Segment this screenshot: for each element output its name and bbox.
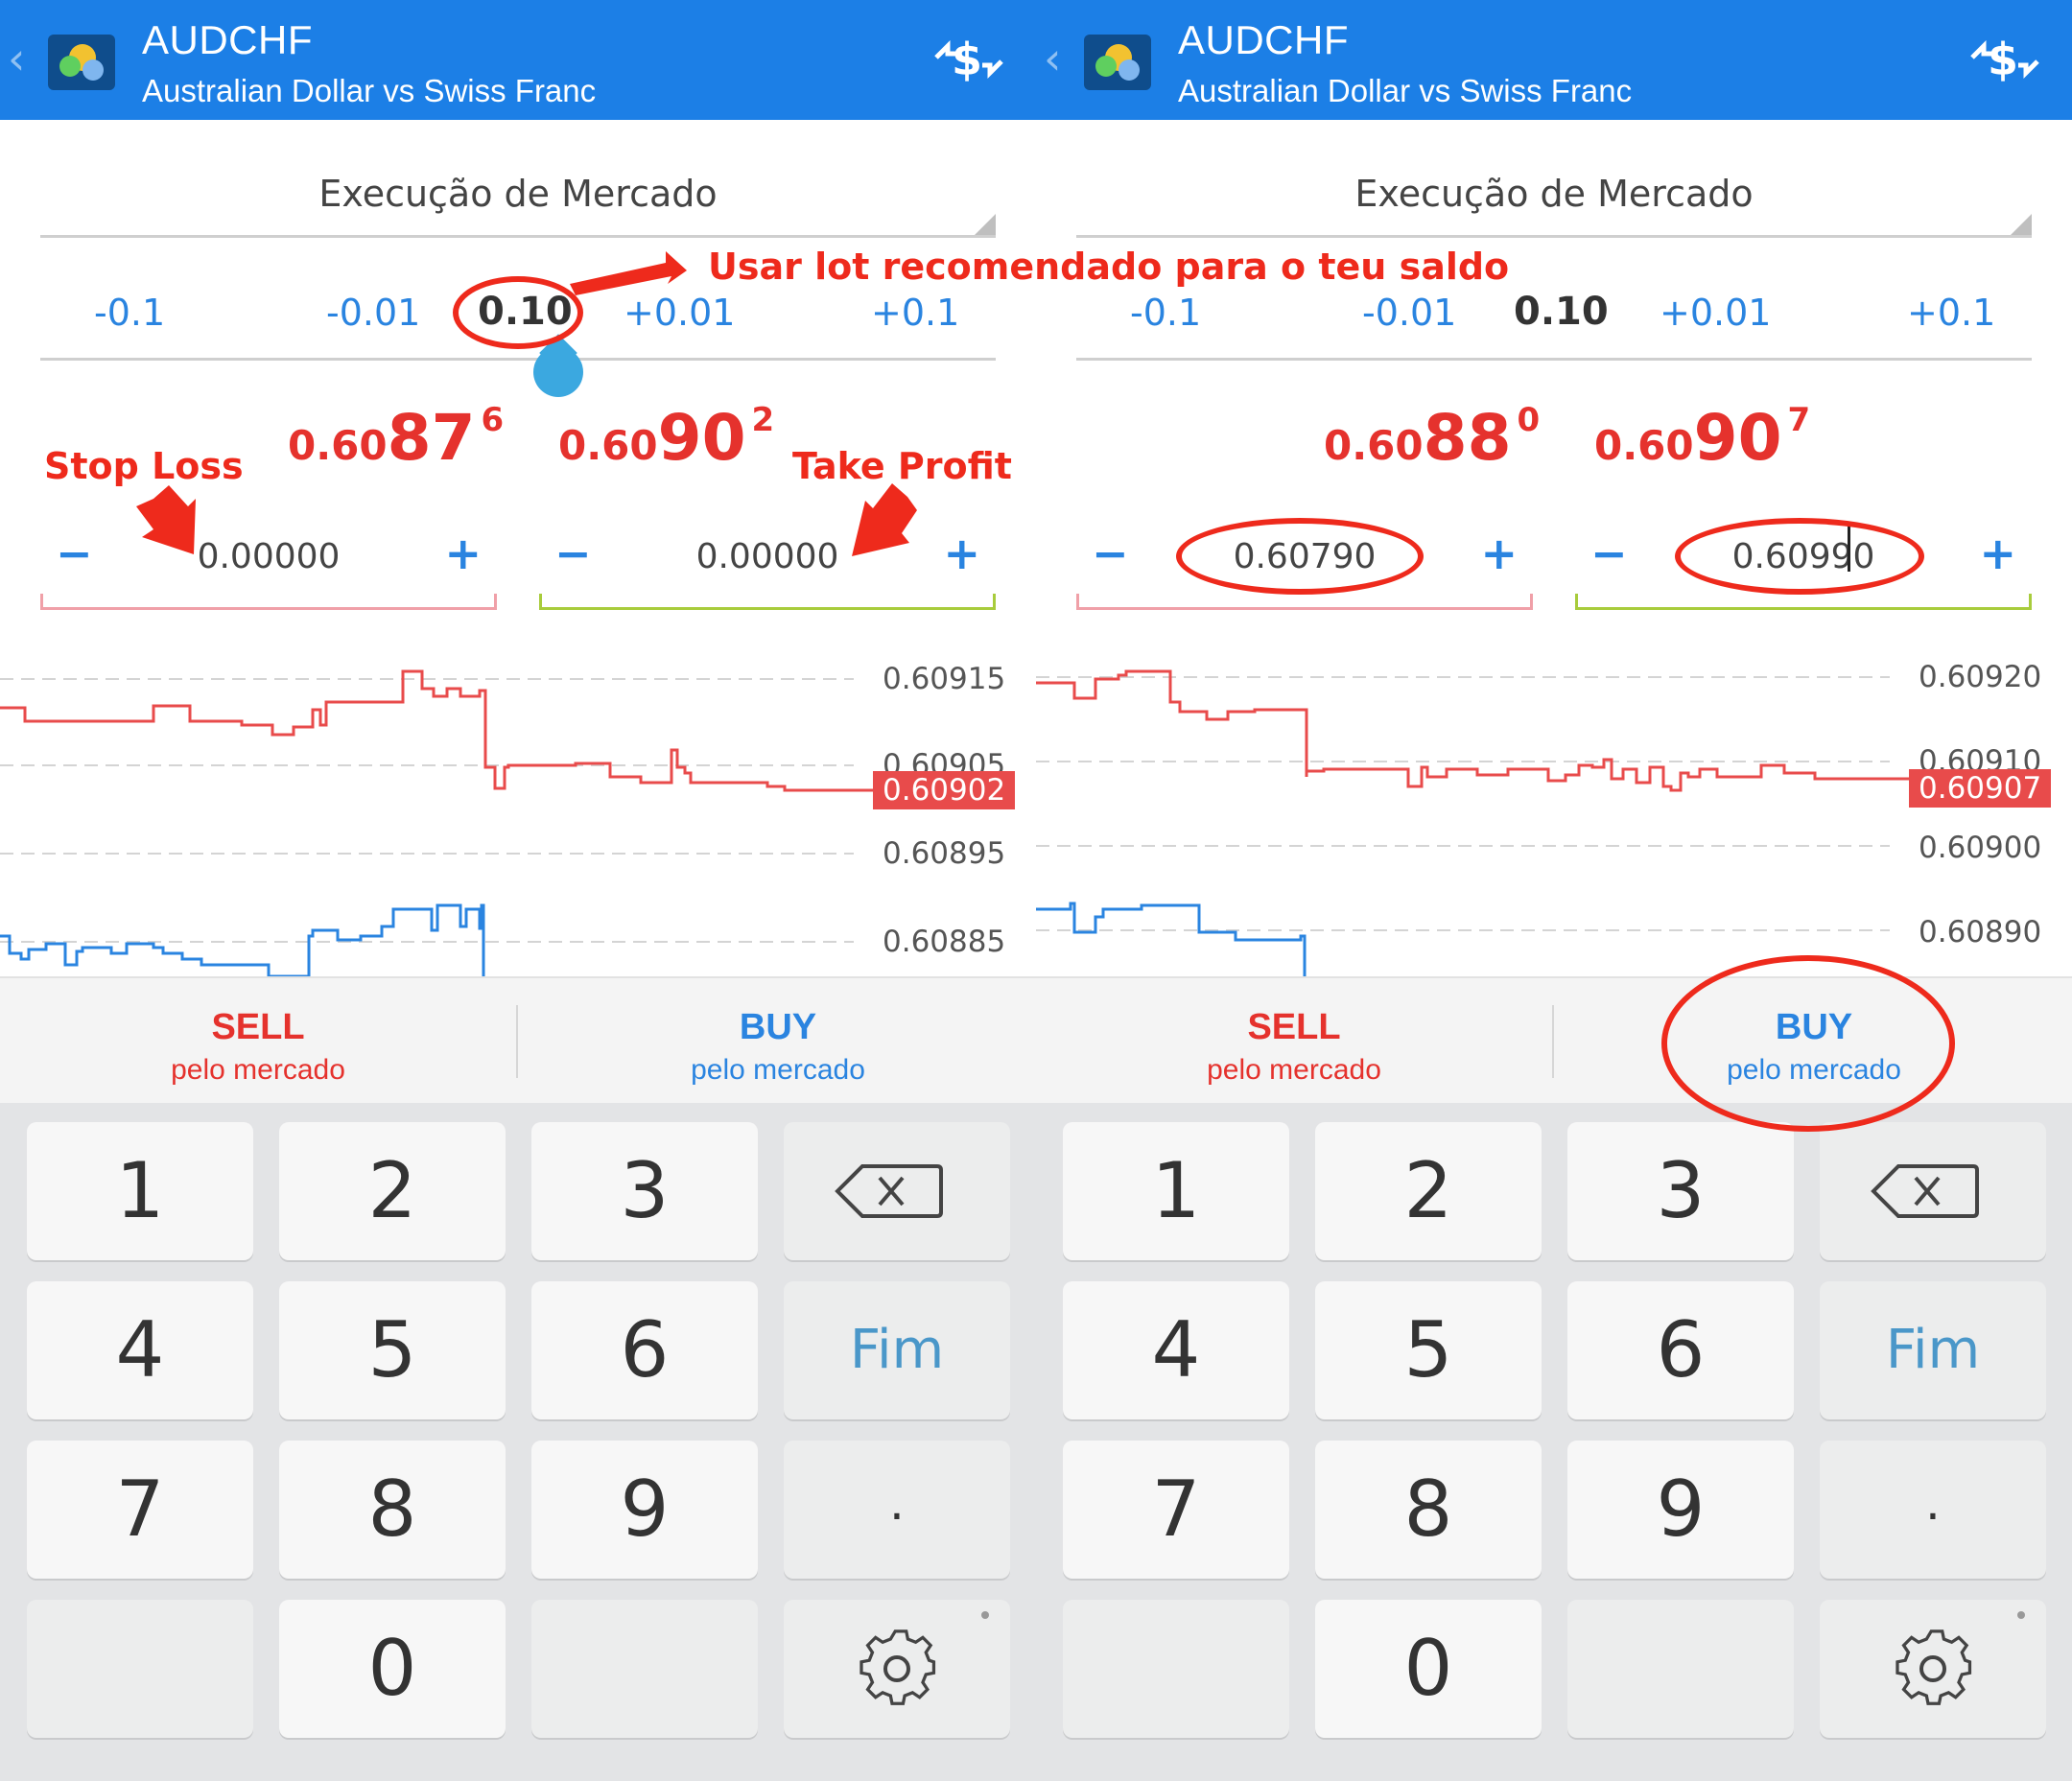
stop-loss-highlight-ring (1176, 518, 1424, 595)
take-profit-annotation: Take Profit (792, 445, 1012, 487)
take-profit-highlight-ring (1675, 518, 1924, 595)
buy-highlight-ring (1661, 955, 1955, 1132)
stop-loss-annotation: Stop Loss (44, 445, 244, 487)
lot-annotation: Usar lot recomendado para o teu saldo (708, 246, 1510, 288)
